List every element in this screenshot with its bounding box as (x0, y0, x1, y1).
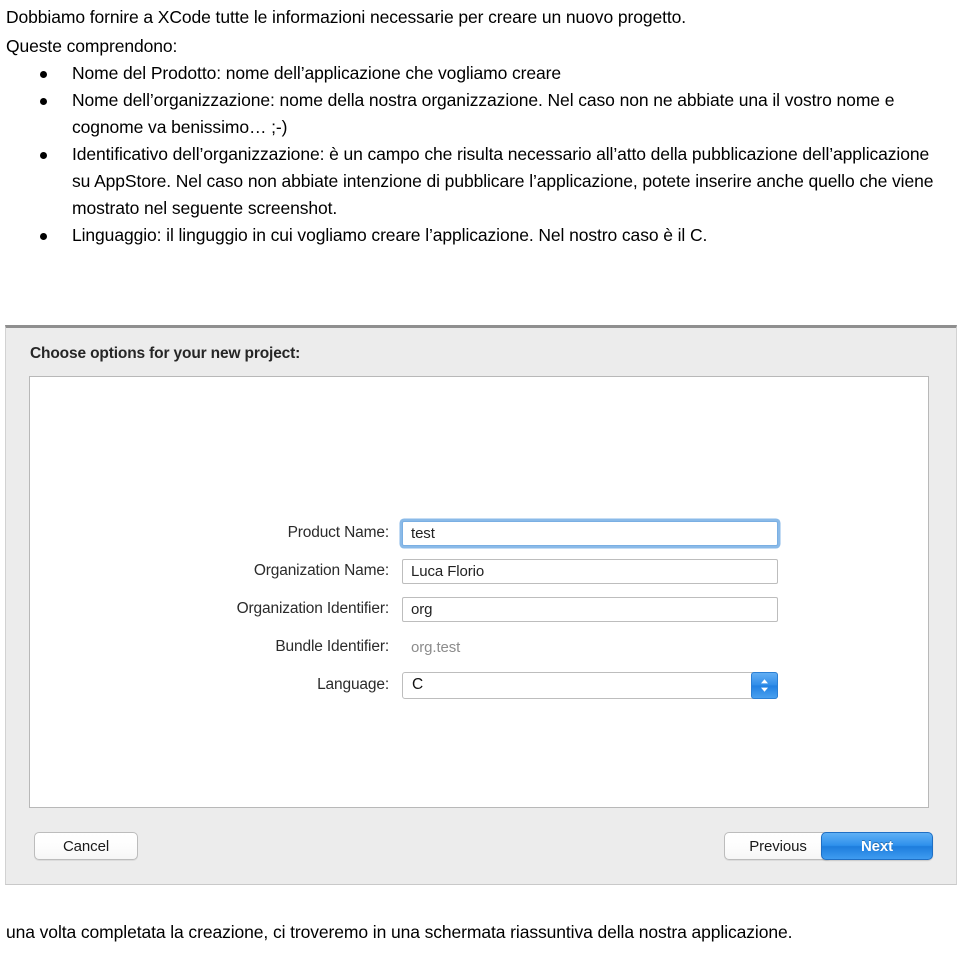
organization-identifier-input[interactable]: org (402, 596, 778, 622)
next-button[interactable]: Next (821, 832, 933, 860)
language-selected-value: C (412, 676, 424, 693)
bundle-identifier-label: Bundle Identifier: (275, 638, 389, 655)
language-select[interactable]: C (402, 671, 778, 699)
new-project-options-dialog: Choose options for your new project: Pro… (5, 325, 957, 885)
product-name-label: Product Name: (287, 524, 390, 541)
product-name-input[interactable]: test (402, 520, 778, 546)
form-row-bundle-identifier: Bundle Identifier: org.test (30, 628, 928, 666)
previous-button[interactable]: Previous (724, 832, 832, 860)
dialog-title: Choose options for your new project: (30, 345, 301, 362)
list-item: Identificativo dell’organizzazione: è un… (0, 141, 960, 222)
project-options-form: Product Name: test Organization Name: Lu… (30, 514, 928, 704)
chevron-up-down-icon[interactable] (751, 671, 778, 699)
bundle-identifier-value: org.test (411, 638, 461, 656)
organization-identifier-label: Organization Identifier: (236, 600, 390, 617)
list-item: Linguaggio: il linguggio in cui vogliamo… (0, 222, 960, 249)
intro-paragraph-2: Queste comprendono: (6, 36, 178, 56)
form-row-product-name: Product Name: test (30, 514, 928, 552)
cancel-button[interactable]: Cancel (34, 832, 138, 860)
list-item: Nome del Prodotto: nome dell’applicazion… (0, 60, 960, 87)
organization-name-input[interactable]: Luca Florio (402, 558, 778, 584)
form-row-language: Language: C (30, 666, 928, 704)
document-intro-block: Dobbiamo fornire a XCode tutte le inform… (0, 0, 960, 249)
feature-bullet-list: Nome del Prodotto: nome dell’applicazion… (0, 60, 960, 249)
organization-name-label: Organization Name: (253, 562, 389, 579)
dialog-footer: Cancel Previous Next (6, 832, 956, 862)
document-closing-block: una volta completata la creazione, ci tr… (0, 918, 960, 947)
language-label: Language: (317, 676, 389, 693)
closing-paragraph: una volta completata la creazione, ci tr… (6, 922, 793, 942)
form-row-organization-name: Organization Name: Luca Florio (30, 552, 928, 590)
form-row-organization-identifier: Organization Identifier: org (30, 590, 928, 628)
dialog-content-panel: Product Name: test Organization Name: Lu… (29, 376, 929, 808)
list-item: Nome dell’organizzazione: nome della nos… (0, 87, 960, 141)
intro-paragraph-1: Dobbiamo fornire a XCode tutte le inform… (6, 7, 687, 27)
